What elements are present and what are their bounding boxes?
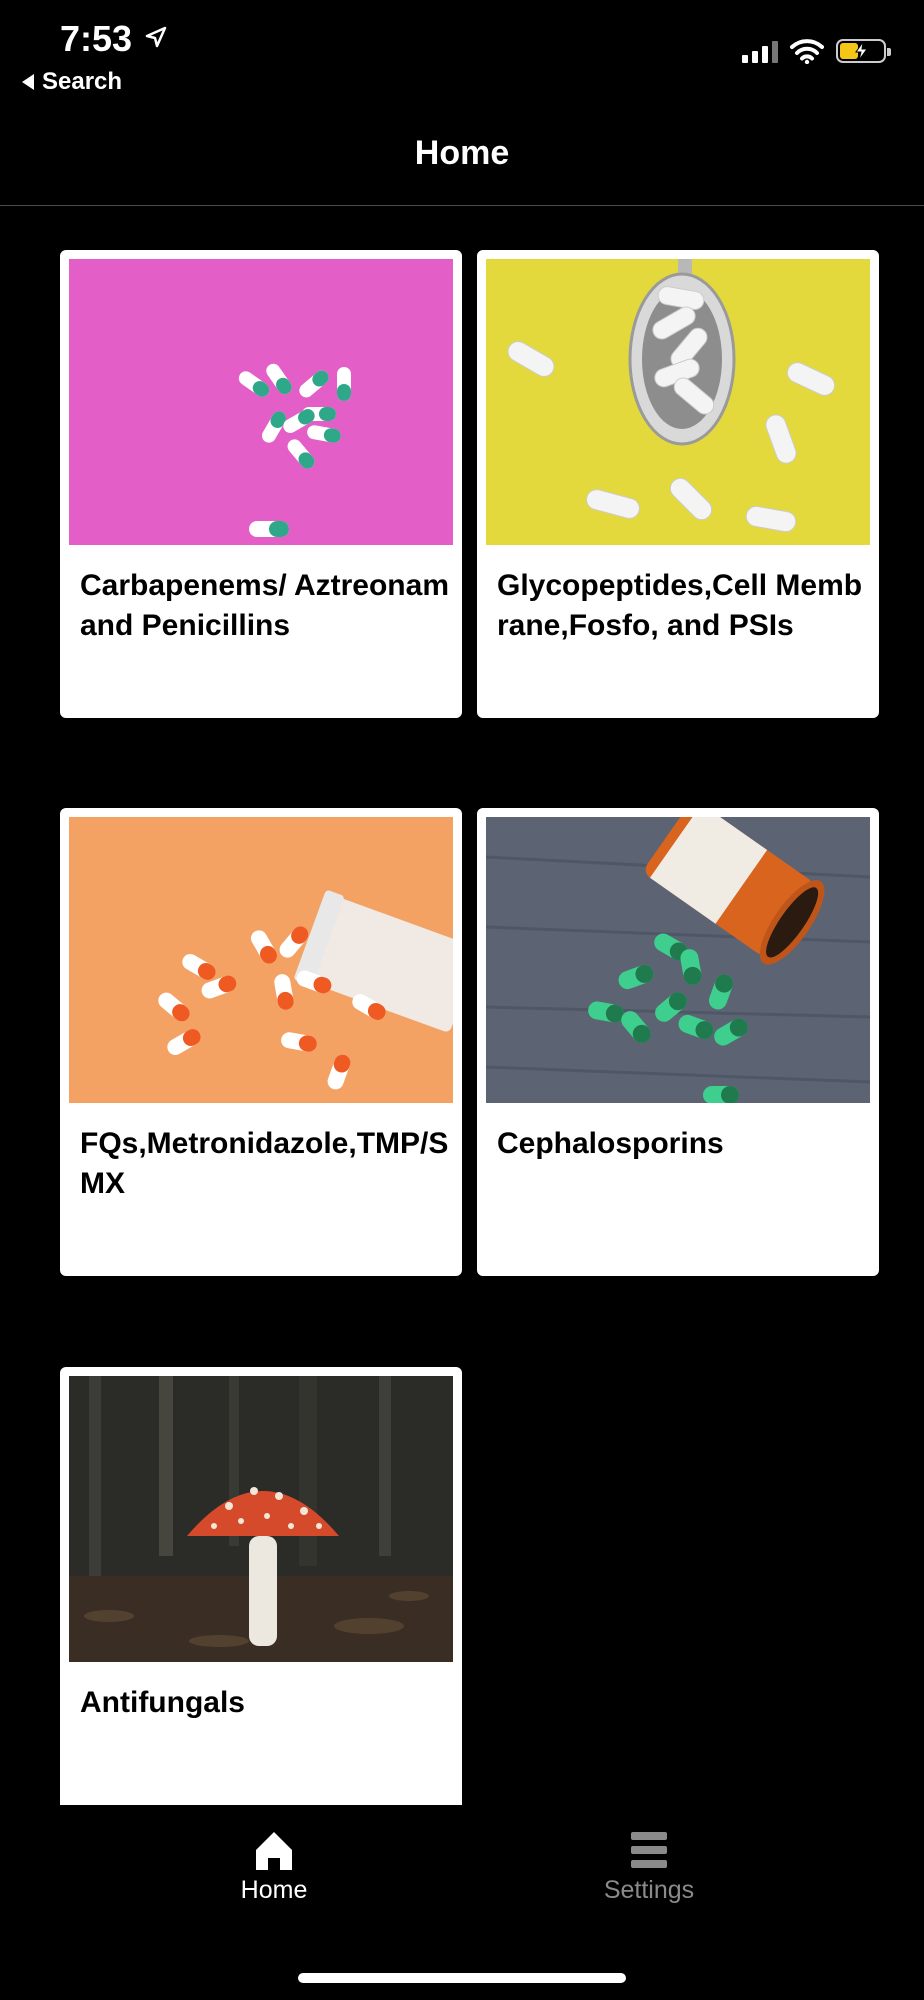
card-image-yellow-spoon bbox=[486, 259, 870, 545]
location-arrow-icon bbox=[145, 26, 167, 48]
category-card-cephalosporins[interactable]: Cephalosporins bbox=[477, 808, 879, 1276]
card-image-orange-capsules bbox=[69, 817, 453, 1103]
card-image-green-capsules-bottle bbox=[486, 817, 870, 1103]
category-card-antifungals[interactable]: Antifungals bbox=[60, 1367, 462, 1805]
card-title: Antifungals bbox=[80, 1686, 245, 1719]
card-title: FQs,Metronidazole,TMP/SMX bbox=[80, 1127, 449, 1200]
category-card-glycopeptides[interactable]: Glycopeptides,Cell Membrane,Fosfo, and P… bbox=[477, 250, 879, 718]
back-label: Search bbox=[42, 68, 123, 95]
home-icon bbox=[256, 1832, 292, 1870]
back-caret-icon bbox=[22, 74, 34, 90]
card-title: Glycopeptides,Cell Membrane,Fosfo, and P… bbox=[497, 569, 863, 642]
card-image-mushroom bbox=[69, 1376, 453, 1662]
page-title: Home bbox=[414, 134, 510, 172]
battery-charging-icon bbox=[836, 39, 891, 63]
status-icons bbox=[742, 38, 891, 64]
category-grid[interactable]: Carbapenems/ Aztreonam and Penicillins G… bbox=[60, 250, 880, 1805]
back-to-search-link[interactable]: Search bbox=[22, 68, 122, 96]
status-time: 7:53 bbox=[60, 18, 133, 59]
cellular-signal-icon bbox=[742, 39, 778, 63]
home-indicator bbox=[298, 1973, 626, 1983]
tab-settings-label: Settings bbox=[603, 1876, 695, 1904]
navigation-bar: Home bbox=[0, 110, 924, 206]
category-card-fqs[interactable]: FQs,Metronidazole,TMP/SMX bbox=[60, 808, 462, 1276]
card-image-pink-capsules bbox=[69, 259, 453, 545]
card-title: Cephalosporins bbox=[497, 1127, 724, 1160]
card-title: Carbapenems/ Aztreonam and Penicillins bbox=[80, 569, 449, 642]
category-card-carbapenems[interactable]: Carbapenems/ Aztreonam and Penicillins bbox=[60, 250, 462, 718]
status-bar: 7:53 Search bbox=[0, 0, 924, 110]
wifi-icon bbox=[790, 39, 824, 64]
tab-settings[interactable]: Settings bbox=[549, 1828, 749, 1905]
tab-bar: Home Settings bbox=[0, 1810, 924, 2000]
tab-home[interactable]: Home bbox=[174, 1828, 374, 1905]
tab-home-label: Home bbox=[240, 1876, 308, 1904]
menu-icon bbox=[631, 1832, 667, 1868]
